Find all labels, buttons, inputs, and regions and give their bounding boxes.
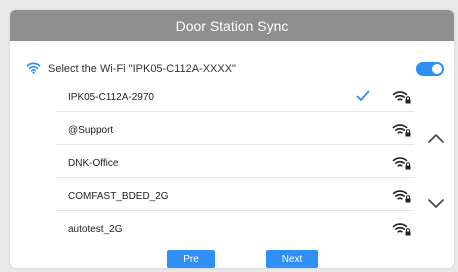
wifi-network-list: IPK05-C112A-2970 @Support DNK-Office COM… bbox=[56, 82, 414, 246]
network-ssid: IPK05-C112A-2970 bbox=[68, 92, 154, 103]
door-station-sync-dialog: Door Station Sync Select the Wi-Fi "IPK0… bbox=[10, 10, 454, 268]
toggle-knob bbox=[432, 64, 442, 74]
wifi-network-row[interactable]: DNK-Office bbox=[56, 148, 414, 178]
wifi-select-prompt: Select the Wi-Fi "IPK05-C112A-XXXX" bbox=[48, 63, 236, 75]
page-title: Door Station Sync bbox=[175, 17, 289, 34]
check-icon bbox=[356, 90, 370, 101]
wifi-lock-icon bbox=[392, 223, 411, 236]
pre-button[interactable]: Pre bbox=[167, 250, 215, 268]
next-button[interactable]: Next bbox=[266, 250, 318, 268]
wifi-icon bbox=[26, 62, 41, 74]
network-ssid: COMFAST_BDED_2G bbox=[68, 191, 169, 202]
chevron-up-icon[interactable] bbox=[426, 132, 446, 144]
wifi-network-row[interactable]: autotest_2G bbox=[56, 214, 414, 243]
wifi-lock-icon bbox=[392, 190, 411, 203]
wifi-toggle[interactable] bbox=[416, 62, 444, 76]
wifi-network-row[interactable]: IPK05-C112A-2970 bbox=[56, 82, 414, 112]
network-ssid: autotest_2G bbox=[68, 224, 123, 235]
network-ssid: DNK-Office bbox=[68, 158, 119, 169]
wifi-lock-icon bbox=[392, 124, 411, 137]
wifi-network-row[interactable]: @Support bbox=[56, 115, 414, 145]
wifi-lock-icon bbox=[392, 157, 411, 170]
title-bar: Door Station Sync bbox=[10, 10, 454, 41]
chevron-down-icon[interactable] bbox=[426, 198, 446, 210]
network-ssid: @Support bbox=[68, 125, 114, 136]
wifi-lock-icon bbox=[392, 91, 411, 104]
wifi-network-row[interactable]: COMFAST_BDED_2G bbox=[56, 181, 414, 211]
